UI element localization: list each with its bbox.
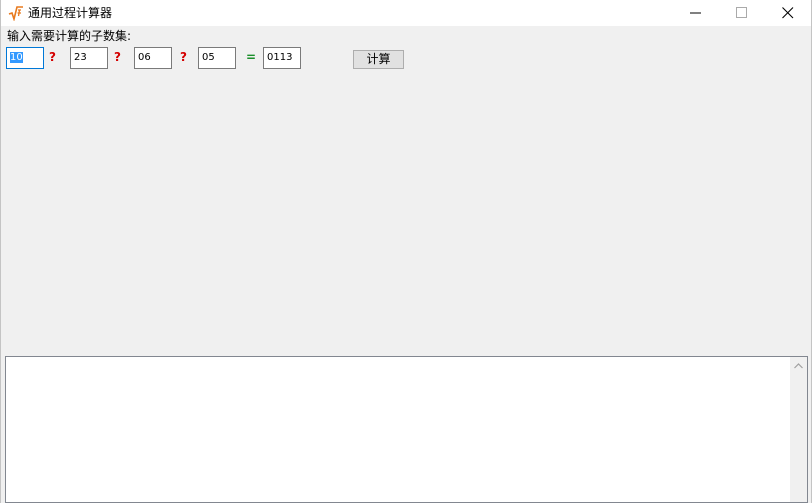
- scroll-up-button[interactable]: [790, 357, 807, 374]
- maximize-icon: [736, 7, 747, 18]
- output-textarea[interactable]: [5, 356, 808, 503]
- number-input-4[interactable]: 05: [198, 47, 236, 69]
- number-input-2[interactable]: 23: [70, 47, 108, 69]
- chevron-up-icon: [794, 363, 803, 369]
- prompt-label: 输入需要计算的子数集:: [7, 29, 132, 43]
- close-icon: [782, 7, 794, 19]
- minimize-button[interactable]: [673, 0, 719, 26]
- operator-2: ?: [114, 50, 121, 64]
- app-window: 通用过程计算器 输入需要计算的子数集: 10 ? 23 ? 06 ? 05 = …: [0, 0, 812, 503]
- maximize-button[interactable]: [719, 0, 765, 26]
- selected-text: 10: [10, 52, 23, 63]
- number-input-3[interactable]: 06: [134, 47, 172, 69]
- vertical-scrollbar[interactable]: [790, 357, 807, 502]
- sqrt-function-icon: [8, 5, 24, 22]
- close-button[interactable]: [765, 0, 811, 26]
- minimize-icon: [690, 12, 701, 14]
- calculate-button[interactable]: 计算: [353, 50, 404, 69]
- operator-3: ?: [180, 50, 187, 64]
- result-field[interactable]: 0113: [263, 47, 301, 69]
- equals-sign: =: [246, 50, 257, 64]
- operator-1: ?: [49, 50, 56, 64]
- window-title: 通用过程计算器: [28, 6, 113, 20]
- title-bar[interactable]: 通用过程计算器: [1, 0, 811, 26]
- number-input-1[interactable]: 10: [6, 47, 44, 69]
